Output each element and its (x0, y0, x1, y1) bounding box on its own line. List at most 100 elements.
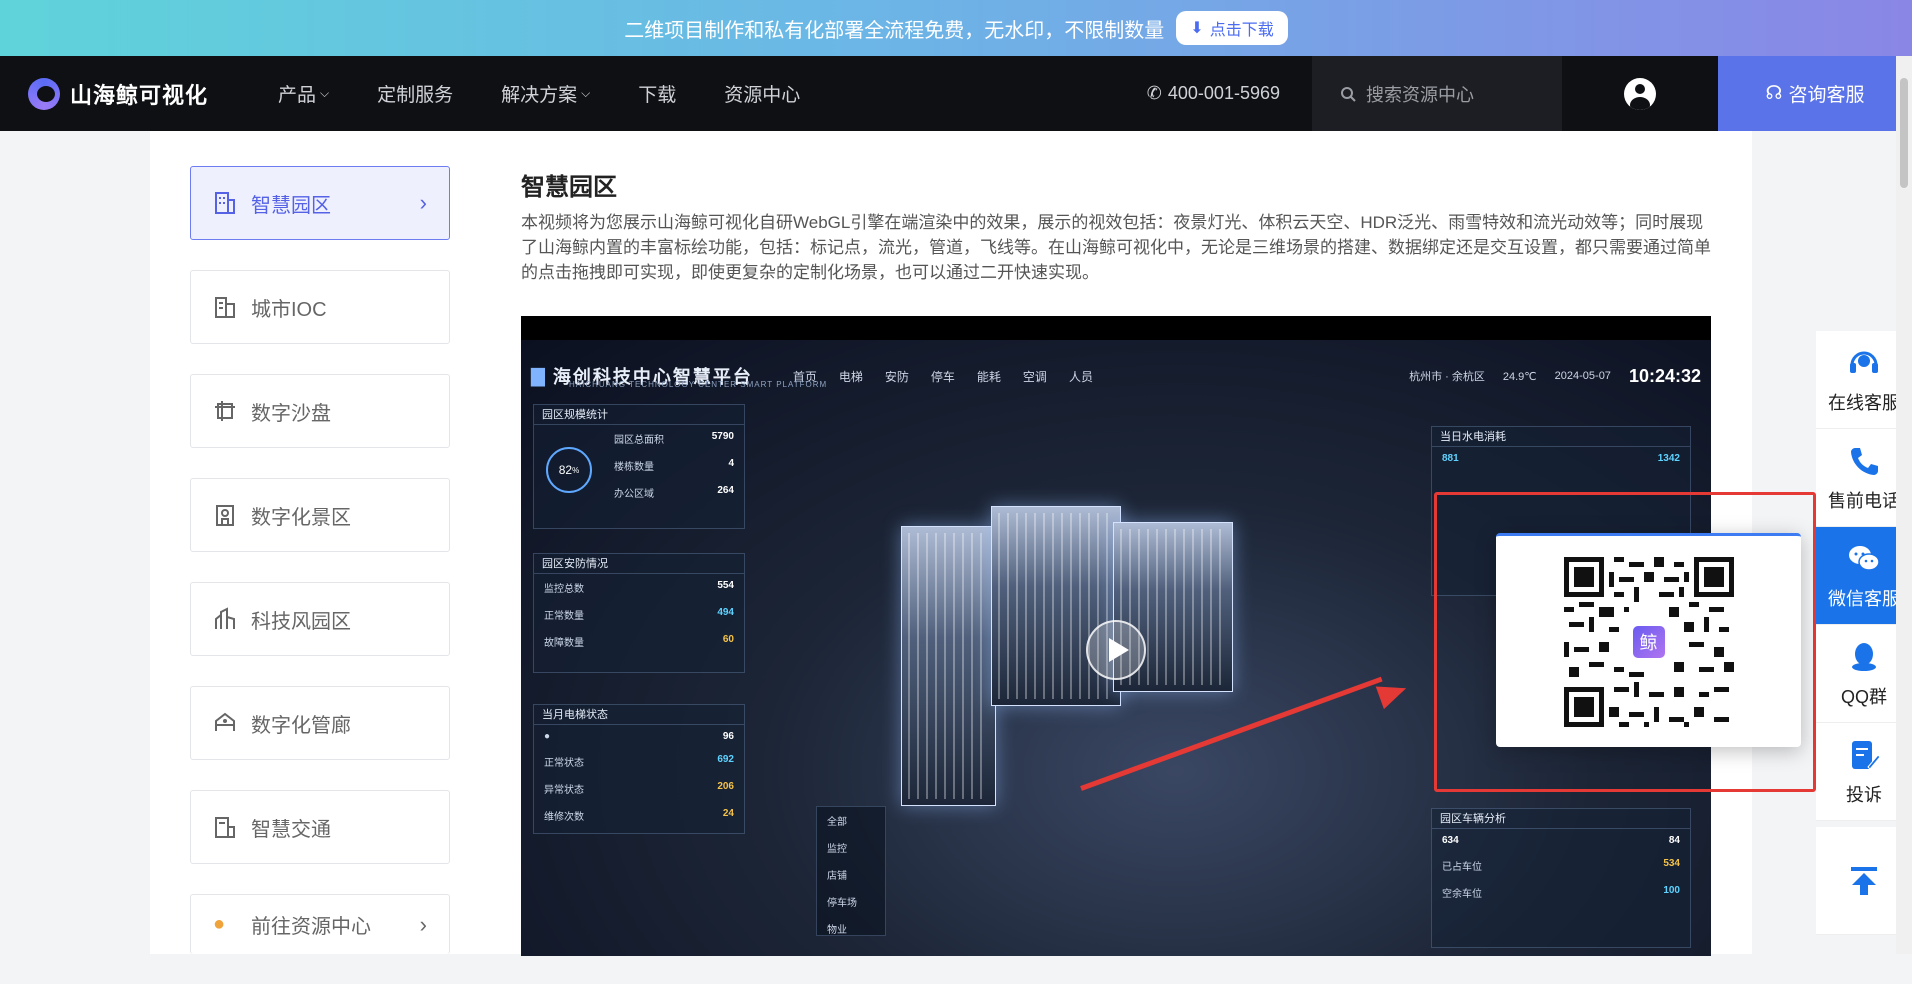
play-button[interactable] (1086, 620, 1146, 680)
electricity-value: 1342 (1657, 453, 1680, 464)
avatar-icon (1624, 77, 1656, 110)
occupancy-unit: % (572, 465, 580, 475)
sidebar-item-smart-traffic[interactable]: 智慧交通 (190, 790, 450, 864)
qr-code: 鲸 (1563, 556, 1734, 727)
headset-icon (1850, 351, 1878, 373)
stat-row: 881 1342 (1432, 447, 1690, 470)
consult-service-button[interactable]: ☊ 咨询客服 (1718, 56, 1912, 131)
stat-row: 异常状态 206 (534, 775, 744, 802)
brand-name: 山海鲸可视化 (70, 82, 209, 108)
dashboard-tabs: 首页 电梯 安防 停车 能耗 空调 人员 (793, 368, 1093, 385)
location-text: 杭州市 · 余杭区 (1409, 371, 1485, 383)
pipeline-icon (215, 712, 235, 731)
legend-item: 店铺 (827, 871, 847, 882)
dashboard-header: ▇ 海创科技中心智慧平台 首页 电梯 安防 停车 能耗 空调 人员 杭州市 · … (531, 356, 1701, 396)
vehicle-total-value: 634 (1442, 835, 1459, 846)
nav-item-solutions[interactable]: 解决方案 ⌵ (501, 80, 590, 107)
security-panel: 园区安防情况 监控总数 554 正常数量 494 故障数量 60 (533, 553, 745, 673)
user-account-button[interactable] (1562, 56, 1718, 131)
chevron-down-icon: ⌵ (581, 86, 591, 100)
sidebar-item-label: 科技风园区 (251, 610, 351, 633)
nav-item-label: 定制服务 (377, 85, 454, 106)
stat-value: 24 (722, 808, 734, 819)
stat-label: 故障数量 (544, 638, 584, 649)
stat-row: ● 96 (534, 725, 744, 748)
stat-row: 维修次数 24 (534, 802, 744, 829)
nav-item-label: 产品 (278, 85, 317, 106)
sidebar-item-tech-park[interactable]: 科技风园区 (190, 582, 450, 656)
elevator-panel: 当月电梯状态 ● 96 正常状态 692 异常状态 206 维修次数 24 (533, 704, 745, 834)
search-placeholder: 搜索资源中心 (1366, 84, 1474, 105)
sidebar-item-smart-park[interactable]: 智慧园区 › (190, 166, 450, 240)
sidebar-item-label: 数字化景区 (251, 506, 351, 529)
scenic-icon (216, 505, 234, 526)
complaint-icon (1852, 740, 1881, 770)
stat-value: 4 (728, 458, 734, 469)
stat-row: 已占车位 534 (1432, 852, 1690, 879)
sidebar-item-go-resources[interactable]: ● 前往资源中心 › (190, 894, 450, 954)
stat-label: 异常状态 (544, 785, 584, 796)
nav-item-download[interactable]: 下载 (638, 80, 676, 107)
vehicle-rate-value: 84 (1668, 835, 1680, 846)
date-text: 2024-05-07 (1554, 370, 1611, 382)
stat-row: 园区总面积 5790 (604, 425, 744, 452)
panel-title: 当日水电消耗 (1432, 427, 1690, 447)
panel-title: 当月电梯状态 (534, 705, 744, 725)
stat-value: 534 (1663, 858, 1680, 869)
stat-value: 5790 (711, 431, 734, 442)
panel-title: 园区安防情况 (534, 554, 744, 574)
page-title: 智慧园区 (521, 174, 617, 201)
stat-row: 故障数量 60 (534, 628, 744, 655)
stat-value: 554 (717, 580, 734, 591)
brand-logo[interactable]: 山海鲸可视化 (28, 77, 278, 110)
city-icon (215, 297, 235, 318)
article: 智慧园区 本视频将为您展示山海鲸可视化自研WebGL引擎在端渲染中的效果，展示的… (521, 167, 1713, 285)
map-legend: 全部 监控 店铺 停车场 物业 (816, 806, 886, 936)
phone-icon (1851, 447, 1878, 475)
legend-item: 停车场 (827, 898, 857, 909)
stat-label: 正常状态 (544, 758, 584, 769)
legend-item: 物业 (827, 925, 847, 936)
stat-row: 空余车位 100 (1432, 879, 1690, 906)
stat-label: 维修次数 (544, 812, 584, 823)
sidebar-item-label: 智慧交通 (251, 818, 331, 841)
consult-label: 咨询客服 (1788, 85, 1865, 106)
stat-label: 正常数量 (544, 611, 584, 622)
stat-value: 494 (717, 607, 734, 618)
float-item-label: 在线客服 (1828, 392, 1900, 413)
sidebar-item-label: 数字沙盘 (251, 402, 331, 425)
sidebar-item-label: 城市IOC (251, 298, 327, 321)
sidebar-item-digital-scenic[interactable]: 数字化景区 (190, 478, 450, 552)
stat-value: 100 (1663, 885, 1680, 896)
occupancy-gauge: 82% (546, 447, 592, 493)
download-icon: ⬇ (1190, 20, 1204, 37)
dashboard-tab: 停车 (930, 369, 955, 384)
building-icon (215, 192, 235, 214)
top-navbar: 山海鲸可视化 产品 ⌵ 定制服务 解决方案 ⌵ 下载 资源中心 ✆ 400-001-… (0, 56, 1912, 131)
nav-item-product[interactable]: 产品 ⌵ (278, 80, 329, 107)
chevron-down-icon: ⌵ (320, 86, 330, 100)
sidebar: 智慧园区 › 城市IOC 数字沙盘 数字化景区 科技风园区 数字化管廊 智慧交通 (190, 166, 450, 984)
search-input[interactable]: 搜索资源中心 (1312, 56, 1562, 131)
page-scrollbar[interactable] (1896, 56, 1912, 954)
sidebar-item-city-ioc[interactable]: 城市IOC (190, 270, 450, 344)
platform-subtitle: HAICHUANG TECHNOLOGY CENTER SMART PLATFO… (569, 380, 828, 389)
dashboard-tab: 电梯 (838, 369, 863, 384)
promo-download-button[interactable]: ⬇ 点击下载 (1176, 11, 1288, 45)
chevron-right-icon: › (419, 190, 427, 215)
scrollbar-thumb[interactable] (1900, 78, 1908, 188)
nav-item-label: 下载 (638, 85, 677, 106)
float-item-label: 微信客服 (1828, 588, 1900, 609)
legend-item: 监控 (827, 844, 847, 855)
temperature-text: 24.9℃ (1502, 370, 1537, 383)
sidebar-item-digital-sandbox[interactable]: 数字沙盘 (190, 374, 450, 448)
qq-icon (1852, 642, 1876, 671)
nav-item-resources[interactable]: 资源中心 (724, 80, 800, 107)
stat-label: 楼栋数量 (614, 462, 654, 473)
wechat-icon (1849, 545, 1880, 571)
phone-number[interactable]: ✆ 400-001-5969 (1147, 83, 1280, 104)
sidebar-item-label: 数字化管廊 (251, 714, 351, 737)
float-item-label: 售前电话 (1828, 490, 1900, 511)
sidebar-item-digital-pipeline[interactable]: 数字化管廊 (190, 686, 450, 760)
nav-item-custom-service[interactable]: 定制服务 (377, 80, 453, 107)
